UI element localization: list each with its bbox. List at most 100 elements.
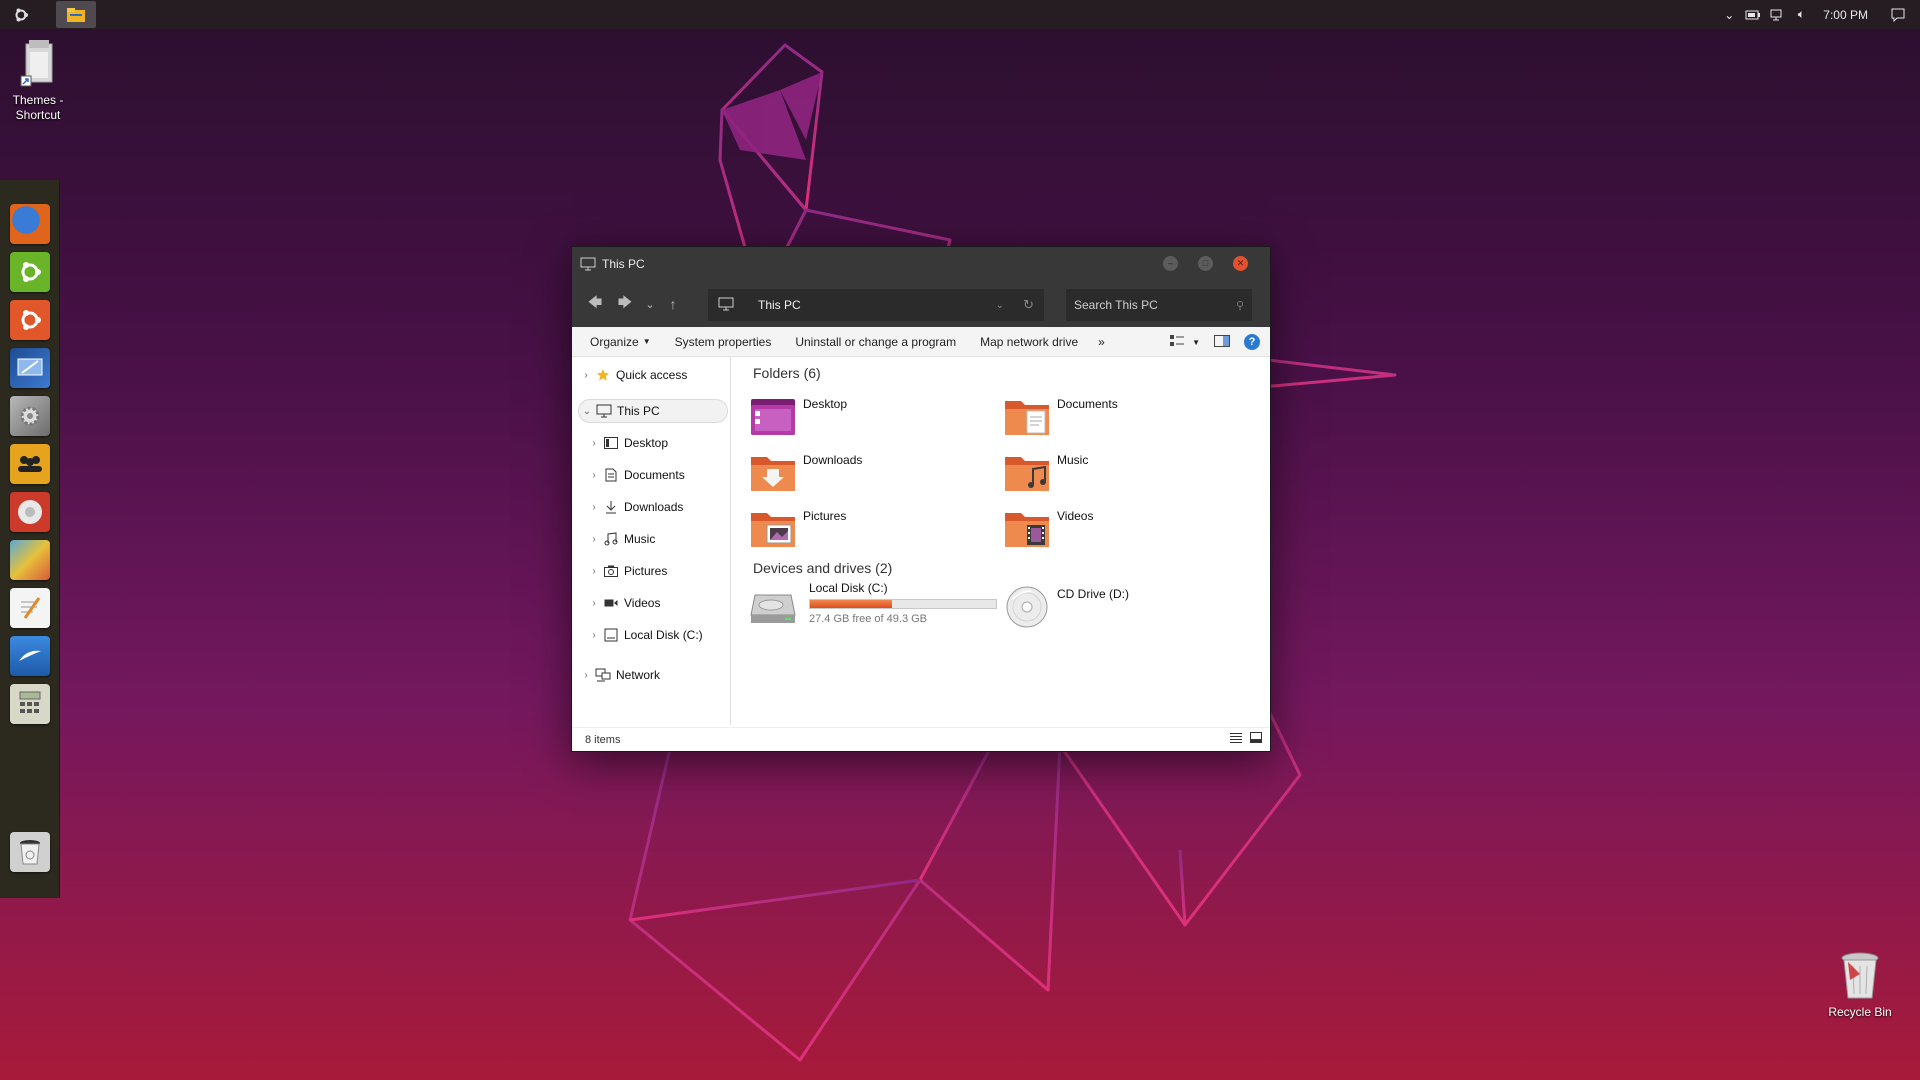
ubuntu-software-icon[interactable] xyxy=(10,252,50,292)
chevron-right-icon[interactable]: › xyxy=(586,534,602,545)
computer-icon xyxy=(580,257,598,271)
folder-music[interactable]: Music xyxy=(1003,447,1088,495)
chrome-icon[interactable] xyxy=(10,492,50,532)
map-network-drive-button[interactable]: Map network drive xyxy=(968,335,1090,349)
help-icon[interactable]: ? xyxy=(1244,334,1260,350)
chevron-right-icon[interactable]: › xyxy=(586,630,602,641)
nav-music[interactable]: › Music xyxy=(586,527,655,551)
chevron-right-icon[interactable]: › xyxy=(578,670,594,681)
chevron-down-icon[interactable]: ⌄ xyxy=(579,406,595,417)
ubuntu-icon[interactable] xyxy=(10,300,50,340)
nav-quick-access-label: Quick access xyxy=(616,368,688,382)
chevron-right-icon[interactable]: › xyxy=(586,438,602,449)
remote-desktop-icon[interactable] xyxy=(10,348,50,388)
recent-locations-chevron-icon[interactable]: ⌄ xyxy=(640,289,660,319)
up-arrow-icon[interactable]: ↑ xyxy=(660,289,686,319)
organize-button[interactable]: Organize ▼ xyxy=(572,335,663,349)
libreoffice-writer-icon[interactable] xyxy=(10,636,50,676)
themes-shortcut-label: Themes - Shortcut xyxy=(12,93,64,122)
video-camera-icon xyxy=(602,598,620,608)
item-count: 8 items xyxy=(585,733,621,746)
settings-gear-icon[interactable] xyxy=(10,396,50,436)
close-button[interactable]: ✕ xyxy=(1233,256,1248,271)
calculator-icon[interactable] xyxy=(10,684,50,724)
nav-quick-access[interactable]: › Quick access xyxy=(578,363,687,387)
navigation-pane: › Quick access ⌄ This PC › Desktop › Doc… xyxy=(572,357,731,725)
address-bar[interactable]: This PC ⌄ ↻ xyxy=(708,289,1044,321)
chevron-up-icon[interactable]: ⌄ xyxy=(1717,0,1741,29)
nav-music-label: Music xyxy=(624,532,656,546)
network-icon xyxy=(594,668,612,682)
nav-downloads[interactable]: › Downloads xyxy=(586,495,683,519)
folder-pictures[interactable]: Pictures xyxy=(749,503,846,551)
themes-shortcut-icon[interactable]: Themes - Shortcut xyxy=(0,38,76,123)
nav-pictures-label: Pictures xyxy=(624,564,668,578)
downloads-folder-icon xyxy=(751,457,795,491)
refresh-icon[interactable]: ↻ xyxy=(1023,297,1034,313)
folder-desktop[interactable]: Desktop xyxy=(749,391,847,439)
search-input[interactable]: Search This PC ⚲ xyxy=(1066,289,1252,321)
status-bar: 8 items xyxy=(572,727,1270,751)
change-view-icon[interactable] xyxy=(1170,334,1185,350)
address-dropdown-icon[interactable]: ⌄ xyxy=(996,300,1004,311)
maximize-button[interactable]: □ xyxy=(1198,256,1213,271)
people-icon[interactable] xyxy=(10,444,50,484)
nav-videos[interactable]: › Videos xyxy=(586,591,660,615)
drive-cd-label: CD Drive (D:) xyxy=(1057,587,1129,601)
music-note-icon xyxy=(602,532,620,546)
nav-this-pc[interactable]: ⌄ This PC xyxy=(578,399,728,423)
nav-local-disk-label: Local Disk (C:) xyxy=(624,628,703,642)
trash-icon[interactable] xyxy=(10,832,50,872)
drive-cd[interactable]: CD Drive (D:) xyxy=(1003,581,1129,629)
battery-icon[interactable] xyxy=(1741,0,1765,29)
chevron-right-icon[interactable]: › xyxy=(578,370,594,381)
drive-local-disk[interactable]: Local Disk (C:) 27.4 GB free of 49.3 GB xyxy=(749,581,1001,629)
preview-pane-icon[interactable] xyxy=(1214,334,1230,350)
computer-icon xyxy=(595,404,613,418)
content-pane: Folders (6) Desktop Documents Downloads … xyxy=(731,357,1270,725)
folder-desktop-label: Desktop xyxy=(803,397,848,411)
paint-icon[interactable] xyxy=(10,540,50,580)
clock[interactable]: 7:00 PM xyxy=(1813,8,1886,22)
drives-group-header[interactable]: Devices and drives (2) xyxy=(753,560,892,576)
firefox-icon[interactable] xyxy=(10,204,50,244)
nav-pictures[interactable]: › Pictures xyxy=(586,559,667,583)
nav-desktop[interactable]: › Desktop xyxy=(586,431,668,455)
notification-icon[interactable] xyxy=(1886,0,1910,29)
title-bar[interactable]: This PC – □ ✕ xyxy=(572,247,1270,281)
folder-videos-label: Videos xyxy=(1057,509,1094,523)
chevron-right-icon[interactable]: › xyxy=(586,566,602,577)
ubuntu-logo-icon[interactable] xyxy=(0,0,42,29)
folder-downloads-label: Downloads xyxy=(803,453,863,467)
folders-group-header[interactable]: Folders (6) xyxy=(753,365,821,381)
chevron-right-icon[interactable]: › xyxy=(586,598,602,609)
recycle-bin[interactable]: Recycle Bin xyxy=(1822,950,1898,1020)
explorer-window: This PC – □ ✕ 🡄︎ 🡆︎ ⌄ ↑ This PC ⌄ ↻ Sear… xyxy=(571,246,1271,752)
network-icon[interactable] xyxy=(1765,0,1789,29)
music-folder-icon xyxy=(1005,457,1049,491)
drive-local-disk-label: Local Disk (C:) xyxy=(809,581,888,595)
nav-local-disk[interactable]: › Local Disk (C:) xyxy=(586,623,703,647)
folder-downloads[interactable]: Downloads xyxy=(749,447,862,495)
chevron-right-icon[interactable]: › xyxy=(586,470,602,481)
trash-icon xyxy=(1841,952,1879,999)
back-arrow-icon[interactable]: 🡄︎ xyxy=(580,289,610,319)
volume-icon[interactable]: 🔈︎ xyxy=(1789,0,1813,29)
file-explorer-icon[interactable] xyxy=(56,1,96,28)
chevron-right-icon[interactable]: › xyxy=(586,502,602,513)
view-options-caret-icon[interactable]: ▼ xyxy=(1192,338,1200,347)
details-view-icon[interactable] xyxy=(1230,732,1242,746)
nav-network[interactable]: › Network xyxy=(578,663,660,687)
system-properties-button[interactable]: System properties xyxy=(663,335,784,349)
folder-documents[interactable]: Documents xyxy=(1003,391,1118,439)
minimize-button[interactable]: – xyxy=(1163,256,1178,271)
nav-documents[interactable]: › Documents xyxy=(586,463,684,487)
more-commands-button[interactable]: » xyxy=(1090,335,1117,349)
large-icons-view-icon[interactable] xyxy=(1250,732,1262,746)
navigation-bar: 🡄︎ 🡆︎ ⌄ ↑ This PC ⌄ ↻ Search This PC ⚲ xyxy=(572,281,1270,327)
text-editor-icon[interactable] xyxy=(10,588,50,628)
forward-arrow-icon[interactable]: 🡆︎ xyxy=(610,289,640,319)
uninstall-program-button[interactable]: Uninstall or change a program xyxy=(783,335,968,349)
folder-music-label: Music xyxy=(1057,453,1089,467)
folder-videos[interactable]: Videos xyxy=(1003,503,1093,551)
